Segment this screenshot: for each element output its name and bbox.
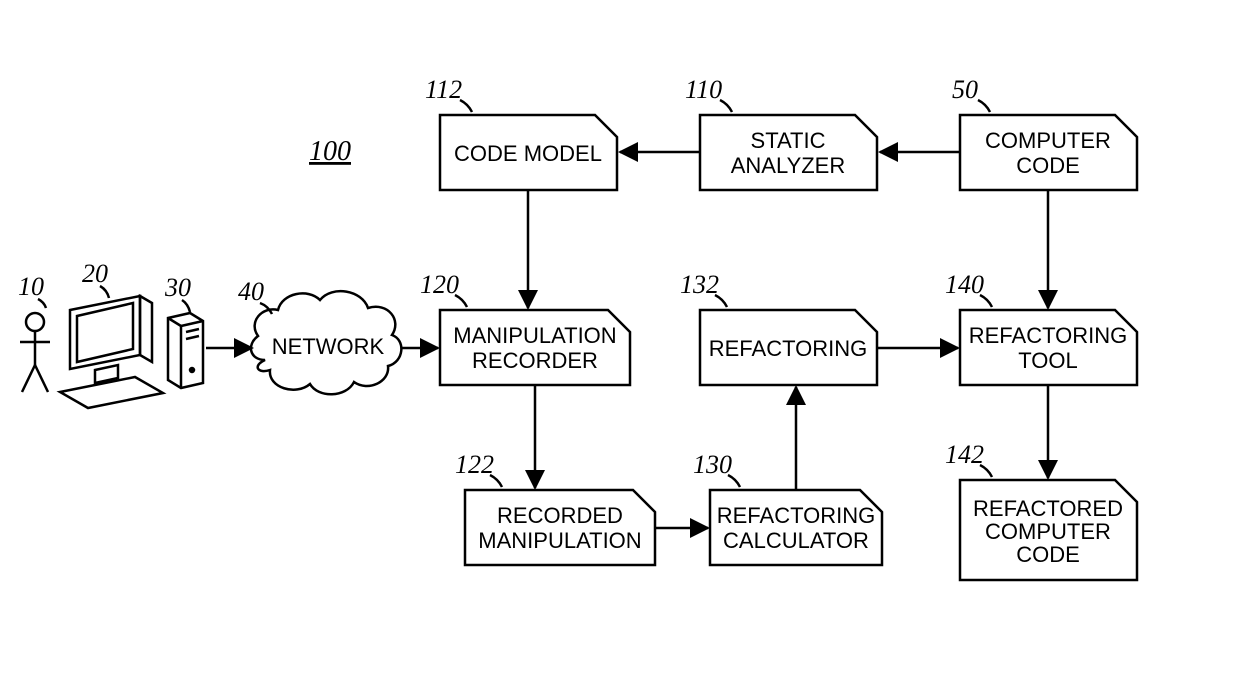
label-50: 50 bbox=[952, 75, 978, 104]
leader-120 bbox=[455, 295, 467, 307]
label-30: 30 bbox=[164, 273, 191, 302]
leader-122 bbox=[490, 475, 502, 487]
label-10: 10 bbox=[18, 272, 44, 301]
label-120: 120 bbox=[420, 270, 459, 299]
label-130: 130 bbox=[693, 450, 732, 479]
static-analyzer-text-2: ANALYZER bbox=[731, 153, 846, 178]
rec-manip-text-2: MANIPULATION bbox=[478, 528, 641, 553]
block-static-analyzer: STATIC ANALYZER bbox=[700, 115, 877, 190]
refactor-calc-text-2: CALCULATOR bbox=[723, 528, 869, 553]
block-refactoring-tool: REFACTORING TOOL bbox=[960, 310, 1137, 385]
block-refactoring: REFACTORING bbox=[700, 310, 877, 385]
label-40: 40 bbox=[238, 277, 264, 306]
monitor-icon bbox=[60, 296, 163, 408]
block-code-model: CODE MODEL bbox=[440, 115, 617, 190]
leader-50 bbox=[978, 100, 990, 112]
block-computer-code: COMPUTER CODE bbox=[960, 115, 1137, 190]
label-140: 140 bbox=[945, 270, 984, 299]
computer-code-text-2: CODE bbox=[1016, 153, 1080, 178]
block-manipulation-recorder: MANIPULATION RECORDER bbox=[440, 310, 630, 385]
label-132: 132 bbox=[680, 270, 719, 299]
leader-142 bbox=[980, 465, 992, 477]
leader-110 bbox=[720, 100, 732, 112]
refactoring-text: REFACTORING bbox=[709, 336, 868, 361]
manip-rec-text-1: MANIPULATION bbox=[453, 323, 616, 348]
refactored-code-text-2: COMPUTER bbox=[985, 519, 1111, 544]
static-analyzer-text-1: STATIC bbox=[751, 128, 826, 153]
block-refactoring-calculator: REFACTORING CALCULATOR bbox=[710, 490, 882, 565]
block-recorded-manipulation: RECORDED MANIPULATION bbox=[465, 490, 655, 565]
rec-manip-text-1: RECORDED bbox=[497, 503, 623, 528]
label-142: 142 bbox=[945, 440, 984, 469]
refactor-calc-text-1: REFACTORING bbox=[717, 503, 876, 528]
refactored-code-text-3: CODE bbox=[1016, 542, 1080, 567]
refactor-tool-text-1: REFACTORING bbox=[969, 323, 1128, 348]
leader-132 bbox=[715, 295, 727, 307]
leader-112 bbox=[460, 100, 472, 112]
network-cloud: NETWORK bbox=[251, 291, 401, 394]
diagram-title: 100 bbox=[309, 136, 351, 167]
leader-130 bbox=[728, 475, 740, 487]
label-112: 112 bbox=[425, 75, 462, 104]
code-model-text: CODE MODEL bbox=[454, 141, 602, 166]
label-122: 122 bbox=[455, 450, 494, 479]
label-110: 110 bbox=[685, 75, 722, 104]
tower-icon bbox=[168, 313, 203, 388]
user-icon bbox=[20, 313, 50, 392]
leader-10 bbox=[38, 299, 46, 308]
refactored-code-text-1: REFACTORED bbox=[973, 496, 1123, 521]
diagram: 100 10 20 30 NETWORK 40 C bbox=[0, 0, 1240, 694]
computer-code-text-1: COMPUTER bbox=[985, 128, 1111, 153]
block-refactored-code: REFACTORED COMPUTER CODE bbox=[960, 480, 1137, 580]
manip-rec-text-2: RECORDER bbox=[472, 348, 598, 373]
network-label: NETWORK bbox=[272, 334, 385, 359]
refactor-tool-text-2: TOOL bbox=[1018, 348, 1078, 373]
leader-140 bbox=[980, 295, 992, 307]
label-20: 20 bbox=[82, 259, 108, 288]
